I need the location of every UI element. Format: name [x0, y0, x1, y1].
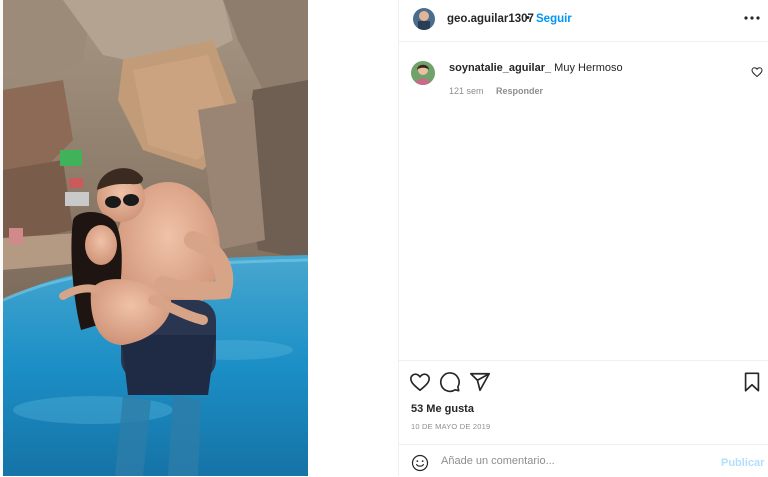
header-separator-dot: •: [526, 12, 530, 24]
commenter-username[interactable]: soynatalie_aguilar_: [449, 62, 551, 74]
post-date: 10 DE MAYO DE 2019: [411, 422, 491, 431]
likes-count[interactable]: 53 Me gusta: [411, 403, 474, 415]
reply-button[interactable]: Responder: [496, 86, 543, 96]
emoji-icon[interactable]: [411, 454, 429, 472]
share-icon[interactable]: [469, 371, 491, 393]
follow-button[interactable]: Seguir: [536, 13, 572, 25]
post-header: geo.aguilar1307 • Seguir: [399, 0, 768, 42]
post-photo-illustration: [3, 0, 308, 476]
commenter-avatar-image: [411, 61, 435, 85]
comment-like-heart-icon[interactable]: [751, 65, 763, 78]
comment-time[interactable]: 121 sem: [449, 86, 484, 96]
commenter-avatar[interactable]: [411, 61, 435, 85]
post-photo[interactable]: [3, 0, 308, 476]
bookmark-icon[interactable]: [741, 371, 763, 393]
heart-icon[interactable]: [409, 371, 431, 393]
add-comment-bar: Publicar: [399, 444, 768, 476]
content-gap: [308, 0, 398, 476]
comment-text: soynatalie_aguilar_ Muy Hermoso: [449, 62, 623, 74]
comment-input[interactable]: [441, 452, 711, 470]
author-username[interactable]: geo.aguilar1307: [447, 13, 534, 25]
author-avatar-image: [413, 8, 435, 30]
comment-icon[interactable]: [439, 371, 461, 393]
publish-button[interactable]: Publicar: [721, 457, 764, 469]
author-avatar[interactable]: [413, 8, 435, 30]
post-side-panel: geo.aguilar1307 • Seguir soynatalie_agui…: [398, 0, 768, 476]
post-actions: 53 Me gusta 10 DE MAYO DE 2019: [399, 360, 768, 444]
comment-item: soynatalie_aguilar_ Muy Hermoso 121 sem …: [399, 55, 768, 105]
more-options-icon[interactable]: [743, 8, 761, 28]
comment-meta: 121 sem Responder: [449, 86, 543, 96]
comment-body: Muy Hermoso: [554, 62, 623, 74]
